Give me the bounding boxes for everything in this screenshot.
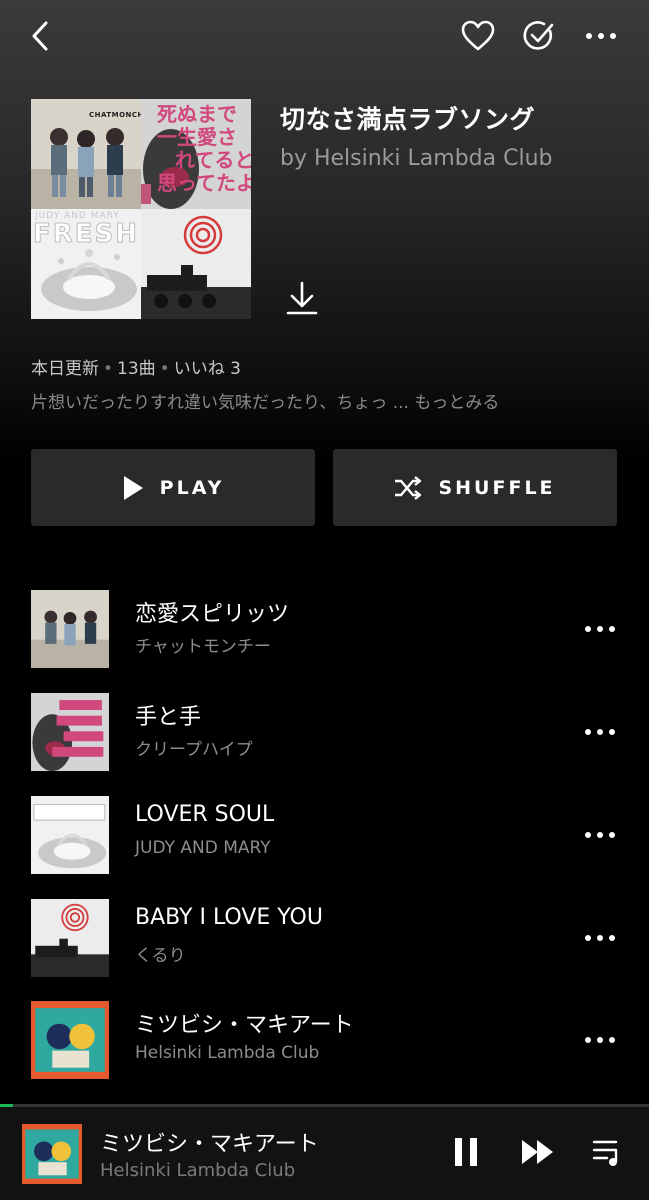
now-playing-bar[interactable]: ミツビシ・マキアート Helsinki Lambda Club [0, 1104, 649, 1200]
track-title: 手と手 [135, 705, 202, 730]
track-artist: Helsinki Lambda Club [135, 1043, 320, 1063]
playlist-title: 切なさ満点ラブソング [280, 105, 536, 134]
track-more-icon[interactable] [578, 1025, 622, 1055]
track-title: 恋愛スピリッツ [135, 602, 290, 627]
progress-track [0, 1104, 649, 1107]
like-count: いいね 3 [173, 359, 241, 379]
shuffle-button[interactable]: SHUFFLE [333, 449, 617, 526]
top-bar [0, 0, 649, 70]
track-artwork [31, 796, 109, 874]
track-artwork [31, 693, 109, 771]
progress-fill [0, 1104, 13, 1107]
back-chevron-icon[interactable] [20, 18, 60, 54]
track-artwork [31, 899, 109, 977]
updated-label: 本日更新 [31, 359, 99, 379]
track-more-icon[interactable] [578, 923, 622, 953]
track-artist: チャットモンチー [135, 637, 271, 657]
playlist-meta: 本日更新 • 13曲 • いいね 3 [31, 359, 241, 379]
shuffle-button-label: SHUFFLE [438, 476, 556, 499]
saved-check-icon[interactable] [518, 16, 560, 56]
track-more-icon[interactable] [578, 820, 622, 850]
heart-icon[interactable] [457, 16, 499, 56]
cover-tile-text: 一生愛さ [157, 125, 237, 149]
playlist-description[interactable]: 片想いだったりすれ違い気味だったり、ちょっ ... もっとみる [31, 388, 499, 413]
now-playing-artwork [22, 1124, 82, 1184]
track-title: BABY I LOVE YOU [135, 905, 323, 930]
cover-tile-text: 死ぬまで [157, 102, 237, 126]
skip-next-icon[interactable] [516, 1132, 560, 1172]
now-playing-title: ミツビシ・マキアート [100, 1132, 319, 1157]
playlist-owner[interactable]: by Helsinki Lambda Club [280, 146, 553, 171]
track-row[interactable]: 恋愛スピリッツ チャットモンチー [0, 590, 649, 670]
play-button[interactable]: PLAY [31, 449, 315, 526]
track-title: ミツビシ・マキアート [135, 1013, 354, 1038]
track-artwork [31, 590, 109, 668]
now-playing-artist: Helsinki Lambda Club [100, 1160, 296, 1181]
track-row[interactable]: LOVER SOUL JUDY AND MARY [0, 796, 649, 876]
play-button-label: PLAY [159, 476, 225, 499]
track-row[interactable]: ミツビシ・マキアート Helsinki Lambda Club [0, 1001, 649, 1081]
cover-tile-creephyp: 死ぬまで 一生愛さ れてると 思ってたよ [141, 99, 251, 209]
cover-tile-text: CHATMONCHY [89, 111, 141, 119]
download-icon[interactable] [284, 280, 320, 316]
play-icon [123, 475, 143, 500]
track-row[interactable]: 手と手 クリープハイプ [0, 693, 649, 773]
cover-tile-quruli [141, 209, 251, 319]
queue-icon[interactable] [588, 1132, 628, 1172]
track-row[interactable]: BABY I LOVE YOU くるり [0, 899, 649, 979]
cover-tile-text: れてると [175, 148, 251, 172]
shuffle-icon [395, 475, 422, 500]
playlist-cover-collage: CHATMONCHY 死ぬまで 一生愛さ れてると 思ってたよ JUDY AND… [31, 99, 251, 319]
track-artist: くるり [135, 946, 186, 966]
cover-tile-chatmonchy: CHATMONCHY [31, 99, 141, 209]
track-count: 13曲 [117, 359, 156, 379]
cover-tile-text: FRESH [32, 219, 140, 250]
cover-tile-text: 思ってたよ [157, 171, 251, 195]
track-more-icon[interactable] [578, 614, 622, 644]
track-artist: JUDY AND MARY [135, 838, 271, 858]
track-more-icon[interactable] [578, 717, 622, 747]
track-artist: クリープハイプ [135, 740, 253, 760]
cover-tile-judy-and-mary: JUDY AND MARY FRESH [31, 209, 141, 319]
more-options-icon[interactable] [580, 16, 622, 56]
track-artwork [31, 1001, 109, 1079]
pause-icon[interactable] [446, 1132, 486, 1172]
track-title: LOVER SOUL [135, 802, 275, 827]
